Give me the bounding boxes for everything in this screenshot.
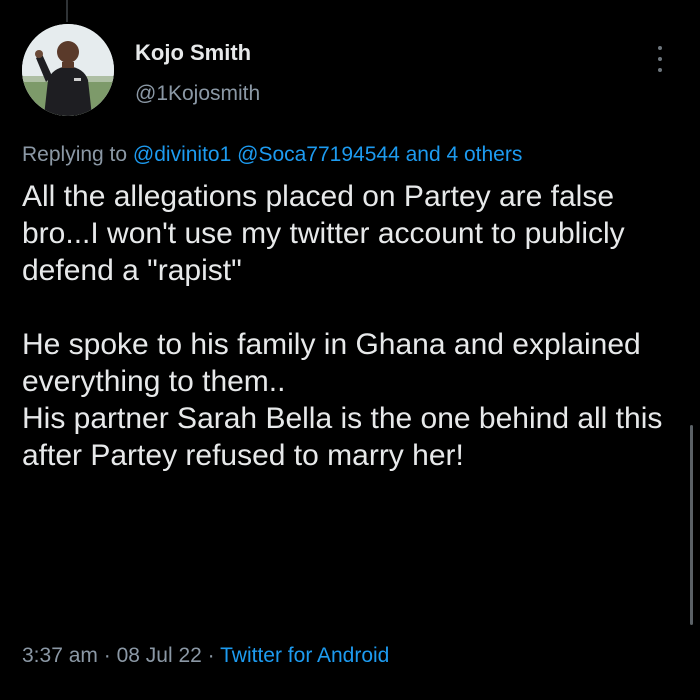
tweet-line: His partner Sarah Bella is the one behin… [22,402,663,472]
tweet-source[interactable]: Twitter for Android [220,644,389,667]
tweet-paragraph: He spoke to his family in Ghana and expl… [22,326,682,474]
tweet-paragraph: All the allegations placed on Partey are… [22,180,625,287]
replying-prefix: Replying to [22,143,128,166]
scrollbar[interactable] [690,425,693,625]
tweet-line: He spoke to his family in Ghana and expl… [22,328,641,398]
tweet-text: All the allegations placed on Partey are… [22,178,682,474]
author-name[interactable]: Kojo Smith [135,40,251,66]
replying-to: Replying to @divinito1 @Soca77194544 and… [22,143,522,167]
more-dot [658,57,662,61]
author-handle[interactable]: @1Kojosmith [135,82,260,106]
more-dot [658,46,662,50]
mention-link[interactable]: @Soca77194544 [237,143,400,166]
more-dot [658,68,662,72]
meta-separator: · [103,644,111,667]
avatar-image [22,24,114,116]
meta-separator: · [207,644,215,667]
more-vertical-icon[interactable] [650,44,670,74]
tweet-date[interactable]: 08 Jul 22 [117,644,202,667]
mention-link[interactable]: @divinito1 [133,143,231,166]
tweet-time[interactable]: 3:37 am [22,644,98,667]
tweet-meta: 3:37 am · 08 Jul 22 · Twitter for Androi… [22,644,389,668]
others-link[interactable]: and 4 others [406,143,523,166]
thread-line [66,0,68,22]
avatar[interactable] [22,24,114,116]
